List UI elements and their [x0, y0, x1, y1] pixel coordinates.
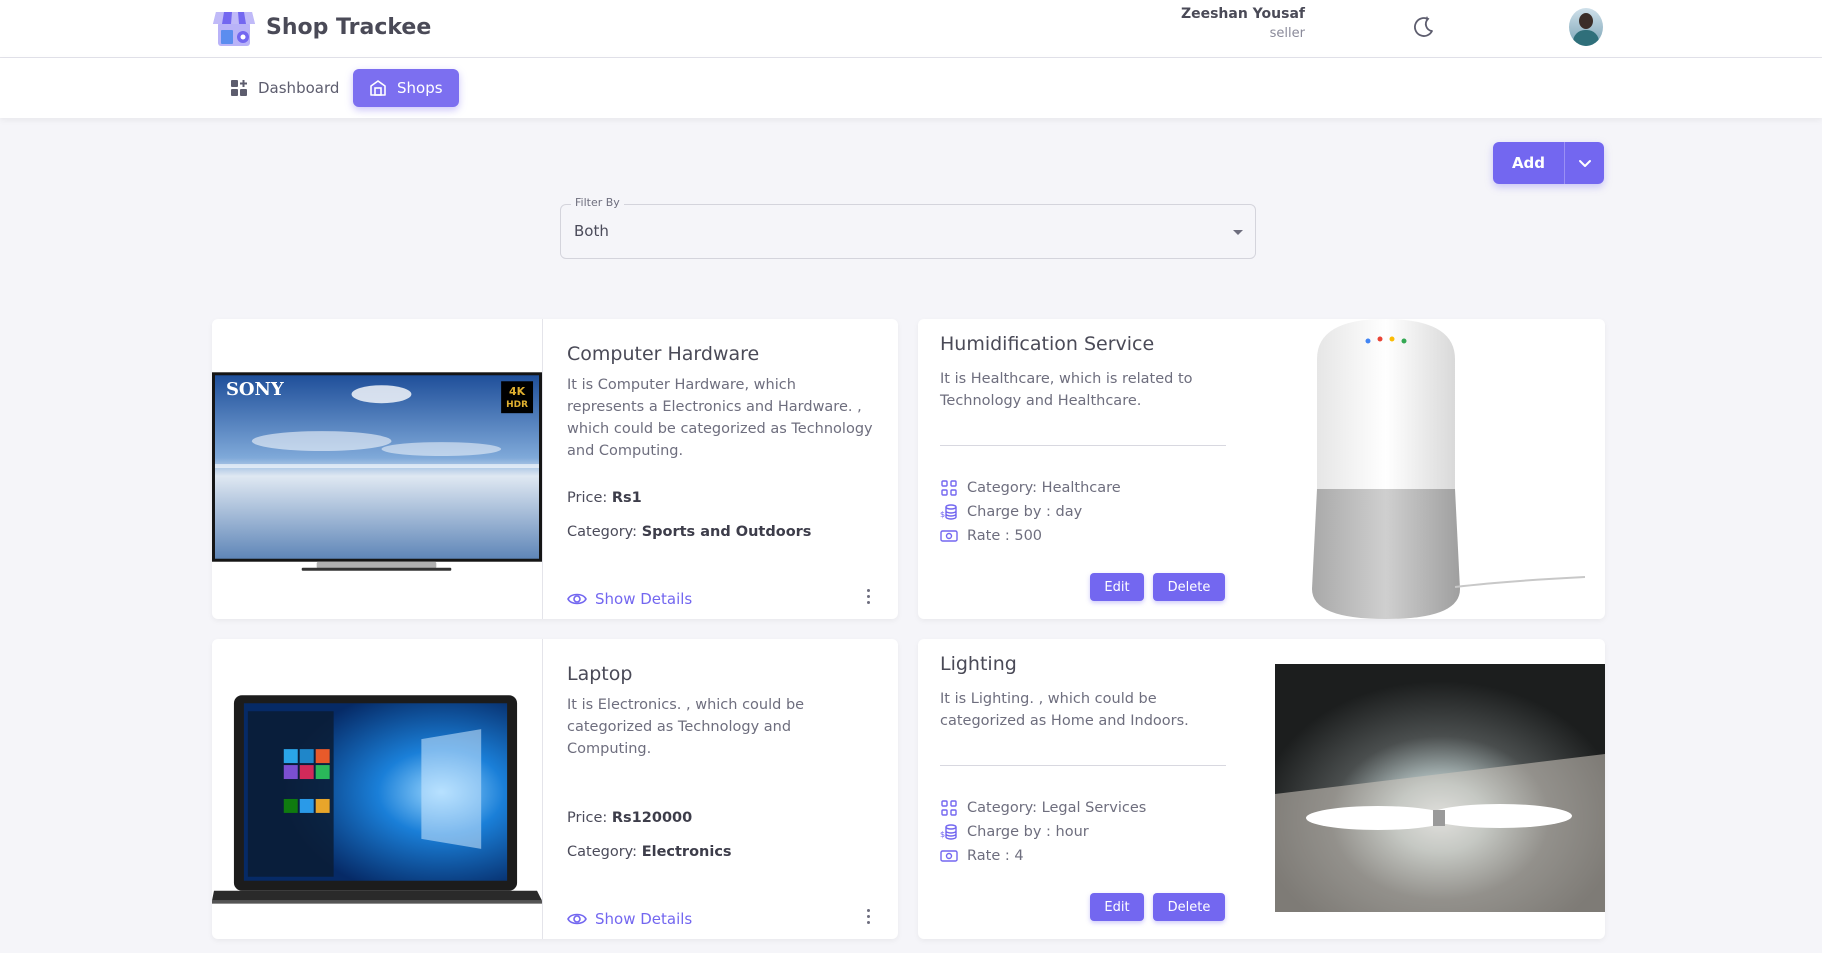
coins-icon: $ — [940, 824, 957, 840]
service-charge-by: $ Charge by : day — [940, 500, 1121, 524]
filter-label: Filter By — [571, 196, 624, 209]
avatar[interactable] — [1569, 8, 1603, 46]
sony-4k-tv-image: SONY 4K HDR — [212, 319, 543, 619]
category-icon — [941, 800, 957, 816]
product-price: Price: Rs120000 — [567, 810, 692, 826]
more-options-icon[interactable] — [864, 589, 872, 607]
service-charge-text: Charge by : hour — [967, 824, 1089, 840]
price-value: Rs120000 — [611, 810, 693, 826]
price-label: Price: — [567, 810, 608, 826]
user-name: Zeeshan Yousaf — [1180, 6, 1305, 22]
filter-value: Both — [574, 222, 609, 240]
service-category: Category: Healthcare — [940, 476, 1121, 500]
svg-text:$: $ — [940, 830, 945, 839]
nav-item-label: Shops — [397, 79, 443, 97]
add-button-group: Add — [1493, 142, 1604, 184]
product-card: Laptop It is Electronics. , which could … — [212, 639, 898, 939]
product-description: It is Computer Hardware, which represent… — [567, 377, 873, 459]
nav-item-dashboard[interactable]: Dashboard — [214, 69, 355, 107]
category-label: Category: — [567, 524, 638, 540]
laptop-image — [212, 639, 543, 939]
show-details-link[interactable]: Show Details — [567, 910, 692, 928]
coins-icon: $ — [940, 504, 957, 520]
service-body: Lighting It is Lighting. , which could b… — [940, 653, 1230, 732]
service-rate-text: Rate : 4 — [967, 848, 1024, 864]
product-card: SONY 4K HDR Computer Hardware It is Comp… — [212, 319, 898, 619]
service-card: Lighting It is Lighting. , which could b… — [918, 639, 1605, 939]
delete-button[interactable]: Delete — [1153, 573, 1225, 601]
cash-icon — [940, 850, 958, 862]
edit-button[interactable]: Edit — [1090, 893, 1144, 921]
service-rate: Rate : 4 — [940, 844, 1146, 868]
nav-bar: Dashboard Shops — [0, 58, 1822, 118]
cash-icon — [940, 530, 958, 542]
nav-item-label: Dashboard — [258, 79, 340, 97]
category-value: Electronics — [641, 844, 732, 860]
service-category-text: Category: Healthcare — [967, 480, 1121, 496]
divider — [940, 445, 1226, 446]
user-info[interactable]: Zeeshan Yousaf seller — [1181, 6, 1305, 41]
service-title: Humidification Service — [940, 333, 1155, 355]
service-category: Category: Legal Services — [940, 796, 1146, 820]
smart-speaker-image — [1312, 319, 1586, 619]
price-label: Price: — [567, 490, 608, 506]
svg-text:HDR: HDR — [506, 400, 528, 410]
add-button[interactable]: Add — [1493, 142, 1565, 184]
product-category: Category: Sports and Outdoors — [567, 524, 811, 540]
svg-text:SONY: SONY — [226, 379, 284, 400]
shop-icon — [370, 80, 386, 96]
service-rate: Rate : 500 — [940, 524, 1121, 548]
service-meta: Category: Healthcare $ Charge by : day R… — [940, 476, 1121, 548]
eye-icon — [567, 913, 587, 925]
product-title: Laptop — [567, 663, 633, 685]
product-body: Laptop It is Electronics. , which could … — [567, 663, 877, 760]
category-label: Category: — [567, 844, 638, 860]
dashboard-icon — [231, 80, 247, 96]
light-tube-image — [1275, 664, 1605, 912]
service-charge-text: Charge by : day — [967, 504, 1083, 520]
service-body: Humidification Service It is Healthcare,… — [940, 333, 1230, 412]
category-icon — [941, 480, 957, 496]
show-details-label: Show Details — [595, 590, 693, 608]
more-options-icon[interactable] — [864, 909, 872, 927]
eye-icon — [567, 593, 587, 605]
price-value: Rs1 — [611, 490, 642, 506]
moon-icon[interactable] — [1410, 14, 1436, 40]
delete-button[interactable]: Delete — [1153, 893, 1225, 921]
service-charge-by: $ Charge by : hour — [940, 820, 1146, 844]
category-value: Sports and Outdoors — [641, 524, 812, 540]
edit-button[interactable]: Edit — [1090, 573, 1144, 601]
service-title: Lighting — [940, 653, 1017, 675]
show-details-label: Show Details — [595, 910, 693, 928]
user-role: seller — [1269, 26, 1305, 41]
service-description: It is Lighting. , which could be categor… — [940, 691, 1189, 729]
add-dropdown-toggle[interactable] — [1565, 142, 1604, 184]
product-body: Computer Hardware It is Computer Hardwar… — [567, 343, 877, 462]
filter-select[interactable]: Filter By Both — [560, 196, 1256, 259]
service-card: Humidification Service It is Healthcare,… — [918, 319, 1605, 619]
service-rate-text: Rate : 500 — [967, 528, 1043, 544]
app-name: Shop Trackee — [266, 14, 432, 40]
product-category: Category: Electronics — [567, 844, 732, 860]
caret-down-icon — [1233, 230, 1243, 235]
svg-text:4K: 4K — [509, 385, 526, 398]
svg-text:$: $ — [940, 510, 945, 519]
product-description: It is Electronics. , which could be cate… — [567, 697, 805, 757]
brand[interactable]: Shop Trackee — [212, 6, 431, 48]
top-bar: Shop Trackee Zeeshan Yousaf seller — [0, 0, 1822, 58]
product-price: Price: Rs1 — [567, 490, 642, 506]
nav-item-shops[interactable]: Shops — [353, 69, 459, 107]
chevron-down-icon — [1578, 160, 1591, 167]
service-meta: Category: Legal Services $ Charge by : h… — [940, 796, 1146, 868]
product-title: Computer Hardware — [567, 343, 760, 365]
service-description: It is Healthcare, which is related to Te… — [940, 371, 1193, 409]
shop-logo-icon — [213, 12, 255, 46]
service-category-text: Category: Legal Services — [967, 800, 1147, 816]
divider — [940, 765, 1226, 766]
show-details-link[interactable]: Show Details — [567, 590, 692, 608]
